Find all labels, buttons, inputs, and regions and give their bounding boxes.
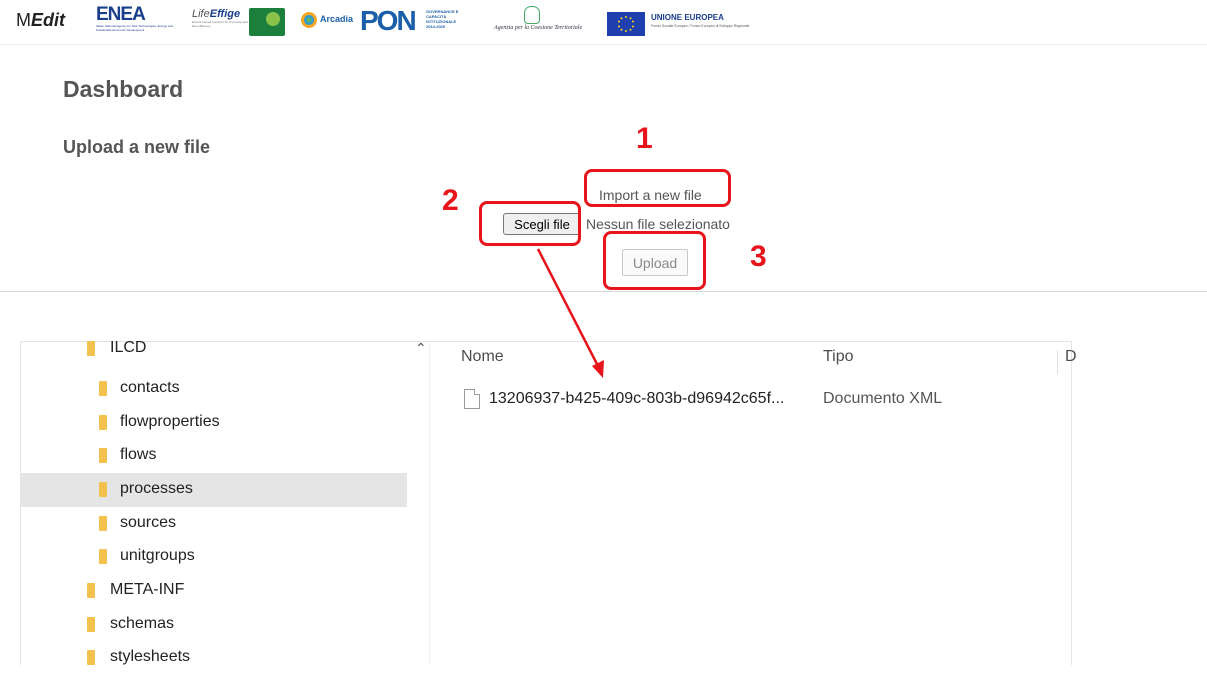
tree-item-unitgroups[interactable]: unitgroups xyxy=(21,540,407,574)
life-programme-logo xyxy=(266,12,280,26)
tree-item-schemas[interactable]: schemas xyxy=(21,608,407,642)
tree-item-ilcd[interactable]: ILCD xyxy=(21,332,407,366)
tree-item-processes[interactable]: processes xyxy=(21,473,407,507)
pon-logo: PON GOVERNANCE E CAPACITÀ ISTITUZIONALE … xyxy=(360,5,459,36)
step2-highlight xyxy=(479,201,581,246)
xml-file-icon xyxy=(464,389,480,409)
folder-icon xyxy=(99,482,107,497)
divider xyxy=(0,291,1207,292)
arcadia-logo: Arcadia xyxy=(300,10,353,30)
step2-number: 2 xyxy=(442,184,459,217)
column-header-type[interactable]: Tipo xyxy=(823,348,854,366)
scroll-up-icon[interactable]: ⌃ xyxy=(415,341,427,355)
folder-icon xyxy=(87,650,95,665)
folder-icon xyxy=(99,549,107,564)
column-header-name[interactable]: Nome xyxy=(461,348,504,366)
tree-item-stylesheets[interactable]: stylesheets xyxy=(21,641,407,675)
tree-item-flows[interactable]: flows xyxy=(21,439,407,473)
folder-icon xyxy=(87,583,95,598)
medit-logo[interactable]: MEdit xyxy=(16,10,65,36)
file-name: 13206937-b425-409c-803b-d96942c65f... xyxy=(489,390,785,407)
page-title: Dashboard xyxy=(63,76,184,102)
folder-icon xyxy=(99,516,107,531)
tree-item-contacts[interactable]: contacts xyxy=(21,372,407,406)
file-type: Documento XML xyxy=(823,390,943,407)
folder-icon xyxy=(99,448,107,463)
logo-banner: MEdit ENEA Italian National Agency for N… xyxy=(0,0,1207,45)
unione-europea-logo: UNIONE EUROPEA Fondo Sociale Europeo / F… xyxy=(607,8,749,36)
italian-emblem-icon xyxy=(524,6,540,24)
file-explorer-window: ⌃ ILCD contacts flowproperties flows pro… xyxy=(20,339,1077,665)
column-separator[interactable] xyxy=(1057,350,1058,374)
column-header-extra[interactable]: D xyxy=(1065,348,1077,366)
enea-logo: ENEA Italian National Agency for New Tec… xyxy=(96,4,173,32)
tree-item-sources[interactable]: sources xyxy=(21,507,407,541)
agenzia-coesione-logo: Agenzia per la Coesione Territoriale xyxy=(494,6,582,36)
upload-section-title: Upload a new file xyxy=(63,137,211,157)
step3-number: 3 xyxy=(750,240,767,273)
folder-tree: ⌃ ILCD contacts flowproperties flows pro… xyxy=(21,339,429,665)
folder-icon xyxy=(99,415,107,430)
eu-flag-icon xyxy=(607,12,645,36)
pane-divider[interactable] xyxy=(429,342,430,665)
tree-item-meta-inf[interactable]: META-INF xyxy=(21,574,407,608)
step3-highlight xyxy=(603,231,706,290)
step1-number: 1 xyxy=(636,122,653,155)
step1-highlight xyxy=(584,169,731,207)
file-list: Nome Tipo D 13206937-b425-409c-803b-d969… xyxy=(431,342,1077,665)
folder-icon xyxy=(87,341,95,356)
file-status-text: Nessun file selezionato xyxy=(586,216,730,232)
folder-icon xyxy=(99,381,107,396)
tree-item-flowproperties[interactable]: flowproperties xyxy=(21,406,407,440)
folder-icon xyxy=(87,617,95,632)
